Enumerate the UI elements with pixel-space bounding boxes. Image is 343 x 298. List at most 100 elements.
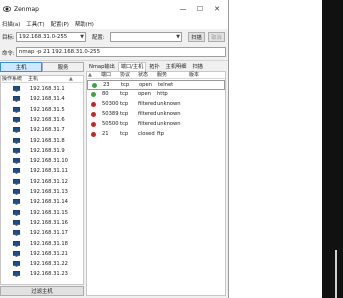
profile-combobox[interactable]: ▼ <box>110 32 182 42</box>
service-column-header[interactable]: 服务 <box>157 72 167 79</box>
host-ip: 192.168.31.23 <box>30 271 68 278</box>
protocol-column-header[interactable]: 协议 <box>120 72 130 79</box>
port-number: 80 <box>102 91 109 97</box>
host-ip: 192.168.31.15 <box>30 209 68 216</box>
menu-tools[interactable]: 工具(T) <box>26 20 44 28</box>
host-row[interactable]: 192.168.31.14 <box>1 197 83 207</box>
port-row[interactable]: 50300 tcp filtered unknown <box>87 100 225 110</box>
close-button[interactable]: ✕ <box>210 3 224 15</box>
hosts-tab-button[interactable]: 主机 <box>0 62 42 72</box>
minimize-button[interactable]: — <box>176 3 190 15</box>
host-row[interactable]: 192.168.31.5 <box>1 105 83 115</box>
port-state: filtered <box>138 111 157 117</box>
sort-indicator-icon: ▲ <box>69 76 73 82</box>
host-ip: 192.168.31.10 <box>30 158 68 165</box>
menu-profile[interactable]: 配置(P) <box>51 20 69 28</box>
monitor-icon <box>13 158 20 164</box>
port-column-header[interactable]: 端口 <box>101 72 111 79</box>
host-ip: 192.168.31.22 <box>30 261 68 268</box>
tab-nmap-output[interactable]: Nmap输出 <box>86 62 118 71</box>
port-number: 21 <box>102 131 109 137</box>
version-column-header[interactable]: 版本 <box>189 72 199 79</box>
host-column-header[interactable]: 主机 <box>28 76 38 83</box>
os-column-header[interactable]: 操作系统 <box>2 76 22 83</box>
monitor-icon <box>13 219 20 226</box>
command-input[interactable]: nmap -p 21 192.168.31.0-255 <box>16 47 226 57</box>
filter-hosts-button[interactable]: 过滤主机 <box>0 286 84 296</box>
port-row[interactable]: 23 tcp open telnet <box>87 80 225 90</box>
host-row[interactable]: 192.168.31.23 <box>1 269 83 279</box>
maximize-button[interactable]: ☐ <box>193 3 207 15</box>
monitor-icon <box>13 147 20 154</box>
port-service: http <box>157 91 168 97</box>
port-protocol: tcp <box>121 82 130 88</box>
tab-topology[interactable]: 拓扑 <box>146 62 162 71</box>
scan-button[interactable]: 扫描 <box>188 32 205 42</box>
menu-help[interactable]: 帮助(H) <box>75 20 94 28</box>
port-row[interactable]: 21 tcp closed ftp <box>87 130 225 140</box>
tab-scans[interactable]: 扫描 <box>189 62 205 71</box>
host-ip: 192.168.31.4 <box>30 96 65 103</box>
monitor-icon <box>13 116 20 123</box>
host-row[interactable]: 192.168.31.10 <box>1 156 83 166</box>
services-tab-button[interactable]: 服务 <box>42 62 84 72</box>
host-row[interactable]: 192.168.31.16 <box>1 218 83 228</box>
host-row[interactable]: 192.168.31.21 <box>1 249 83 259</box>
chevron-down-icon[interactable]: ▼ <box>80 33 84 41</box>
host-row[interactable]: 192.168.31.1 <box>1 84 83 94</box>
host-row[interactable]: 192.168.31.9 <box>1 146 83 156</box>
port-protocol: tcp <box>120 121 129 127</box>
left-panel: 主机 服务 操作系统 主机 ▲ 192.168.31.1 192.168.31.4… <box>0 62 84 298</box>
sort-indicator-icon: ▲ <box>88 72 92 78</box>
host-row[interactable]: 192.168.31.18 <box>1 239 83 249</box>
cancel-button[interactable]: 取消 <box>208 32 225 42</box>
host-ip: 192.168.31.7 <box>30 127 65 134</box>
port-row[interactable]: 80 tcp open http <box>87 90 225 100</box>
port-protocol: tcp <box>120 91 129 97</box>
status-dot-icon <box>91 102 96 107</box>
scrollbar[interactable] <box>335 250 337 298</box>
tab-host-details[interactable]: 主机明细 <box>163 62 190 71</box>
host-row[interactable]: 192.168.31.17 <box>1 228 83 238</box>
port-state: closed <box>138 131 155 137</box>
host-row[interactable]: 192.168.31.6 <box>1 115 83 125</box>
port-number: 50389 <box>102 111 119 117</box>
monitor-icon <box>13 127 20 133</box>
ports-table: ▲ 端口 协议 状态 服务 版本 23 tcp open telnet 80 tcp ope… <box>86 71 226 296</box>
monitor-icon <box>13 250 20 257</box>
port-number: 23 <box>103 82 110 88</box>
host-row[interactable]: 192.168.31.13 <box>1 187 83 197</box>
host-row[interactable]: 192.168.31.4 <box>1 94 83 104</box>
menu-scan[interactable]: 扫描(a) <box>2 20 20 28</box>
host-row[interactable]: 192.168.31.12 <box>1 177 83 187</box>
port-service: unknown <box>157 121 181 127</box>
host-row[interactable]: 192.168.31.22 <box>1 259 83 269</box>
port-row[interactable]: 50389 tcp filtered unknown <box>87 110 225 120</box>
host-ip: 192.168.31.21 <box>30 250 68 257</box>
port-state: filtered <box>138 101 157 107</box>
host-row[interactable]: 192.168.31.8 <box>1 136 83 146</box>
command-value: nmap -p 21 192.168.31.0-255 <box>19 49 101 55</box>
host-row[interactable]: 192.168.31.7 <box>1 125 83 135</box>
monitor-icon <box>13 178 20 185</box>
chevron-down-icon[interactable]: ▼ <box>176 33 180 41</box>
monitor-icon <box>13 199 20 206</box>
host-ip: 192.168.31.18 <box>30 240 68 247</box>
port-service: unknown <box>157 111 181 117</box>
state-column-header[interactable]: 状态 <box>138 72 148 79</box>
tab-ports-hosts[interactable]: 端口/主机 <box>117 62 147 71</box>
host-row[interactable]: 192.168.31.15 <box>1 208 83 218</box>
right-panel: Nmap输出 端口/主机 拓扑 主机明细 扫描 ▲ 端口 协议 状态 服务 版本… <box>86 62 226 298</box>
host-list: 操作系统 主机 ▲ 192.168.31.1 192.168.31.4 192.16… <box>0 75 84 285</box>
monitor-icon <box>13 189 20 195</box>
port-number: 50300 <box>102 101 119 107</box>
monitor-icon <box>13 261 20 267</box>
port-row[interactable]: 50500 tcp filtered unknown <box>87 120 225 130</box>
port-protocol: tcp <box>120 131 129 137</box>
monitor-icon <box>13 106 20 113</box>
host-row[interactable]: 192.168.31.11 <box>1 166 83 176</box>
host-ip: 192.168.31.14 <box>30 199 68 206</box>
monitor-icon <box>13 168 20 175</box>
monitor-icon <box>13 230 20 236</box>
target-combobox[interactable]: 192.168.31.0-255 ▼ <box>16 32 86 42</box>
